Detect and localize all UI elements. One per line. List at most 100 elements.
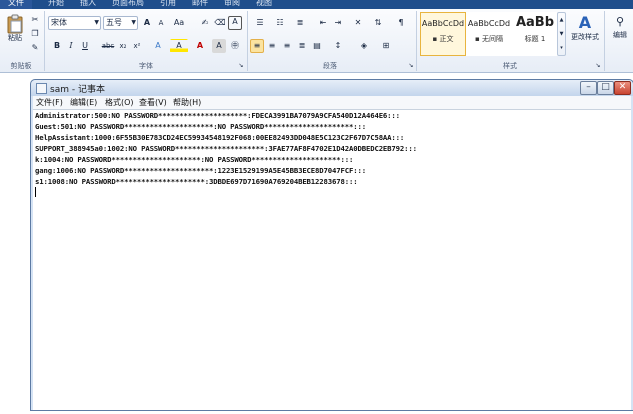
- pinyin-button[interactable]: ✍: [198, 16, 212, 30]
- font-dialog-launcher[interactable]: ↘: [236, 61, 246, 71]
- pilcrow-icon: ¶: [398, 18, 404, 27]
- minimize-button[interactable]: –: [580, 81, 597, 95]
- line-spacing-icon: ↕: [334, 41, 342, 50]
- align-right-button[interactable]: ≡: [280, 39, 294, 53]
- char-shading-button[interactable]: A: [212, 39, 226, 53]
- font-size-select[interactable]: 五号 ▼: [103, 16, 138, 30]
- underline-button[interactable]: U: [78, 39, 92, 53]
- copy-icon: ❐: [31, 29, 39, 38]
- cut-button[interactable]: ✂: [28, 13, 42, 26]
- font-group-title: 字体: [139, 62, 153, 70]
- indent-icon: ⇥: [334, 18, 342, 27]
- change-styles-label: 更改样式: [571, 33, 599, 41]
- change-styles-icon: A: [578, 13, 592, 32]
- menu-file[interactable]: 文件(F): [36, 97, 63, 108]
- sort-button[interactable]: ⇅: [370, 16, 386, 30]
- font-name-select[interactable]: 宋体 ▼: [48, 16, 101, 30]
- font-color-button[interactable]: A: [192, 39, 208, 53]
- menu-format[interactable]: 格式(O): [105, 97, 134, 108]
- strikethrough-button[interactable]: abc: [100, 39, 116, 53]
- maximize-button[interactable]: □: [597, 81, 614, 95]
- superscript-button[interactable]: x²: [130, 39, 144, 53]
- highlight-button[interactable]: A: [170, 39, 188, 53]
- char-border-button[interactable]: A: [228, 16, 242, 30]
- char-shading-icon: A: [216, 41, 222, 50]
- text-line: SUPPORT_388945a0:1002:NO PASSWORD*******…: [35, 144, 417, 153]
- style-no-spacing[interactable]: AaBbCcDd ▪ 无间隔: [466, 12, 512, 56]
- align-right-icon: ≡: [283, 41, 291, 50]
- subscript-button[interactable]: x₂: [116, 39, 130, 53]
- shrink-font-icon: A: [158, 19, 164, 27]
- chinese-layout-button[interactable]: ✕: [350, 16, 366, 30]
- group-divider: [416, 11, 417, 71]
- group-divider: [247, 11, 248, 71]
- enclosed-char-button[interactable]: ㊥: [228, 39, 242, 53]
- text-editor-area[interactable]: Administrator:500:NO PASSWORD***********…: [33, 109, 631, 410]
- bullet-list-icon: ☰: [256, 18, 264, 27]
- bullets-button[interactable]: ☰: [252, 16, 268, 30]
- menu-view[interactable]: 查看(V): [139, 97, 167, 108]
- change-case-icon: Aa: [173, 18, 185, 27]
- change-styles-button[interactable]: A 更改样式: [566, 12, 604, 58]
- align-left-icon: ≡: [253, 41, 261, 50]
- grow-font-button[interactable]: A: [140, 16, 154, 30]
- distributed-icon: ▤: [313, 41, 321, 50]
- copy-button[interactable]: ❐: [28, 27, 42, 40]
- numbering-button[interactable]: ☷: [272, 16, 288, 30]
- paragraph-dialog-launcher[interactable]: ↘: [406, 61, 416, 71]
- bold-button[interactable]: B: [50, 39, 64, 53]
- paste-button[interactable]: 粘贴: [2, 11, 28, 53]
- notepad-title-bar[interactable]: sam - 记事本 – □ ✕: [31, 80, 633, 96]
- italic-button[interactable]: I: [64, 39, 78, 53]
- align-center-button[interactable]: ≡: [265, 39, 279, 53]
- format-painter-button[interactable]: ✎: [28, 41, 42, 54]
- tab-insert[interactable]: 插入: [80, 0, 96, 8]
- line-spacing-button[interactable]: ↕: [330, 39, 346, 53]
- text-effect-icon: A: [155, 41, 161, 50]
- borders-button[interactable]: ⊞: [378, 39, 394, 53]
- editing-label: 编辑: [613, 31, 627, 39]
- change-case-button[interactable]: Aa: [170, 16, 188, 30]
- increase-indent-button[interactable]: ⇥: [331, 16, 345, 30]
- decrease-indent-button[interactable]: ⇤: [316, 16, 330, 30]
- distributed-button[interactable]: ▤: [310, 39, 324, 53]
- chevron-down-icon: ▼: [131, 19, 136, 26]
- multilevel-list-button[interactable]: ≣: [292, 16, 308, 30]
- editing-button[interactable]: ⚲ 编辑: [607, 12, 633, 58]
- group-divider: [604, 11, 605, 71]
- italic-icon: I: [69, 41, 73, 50]
- style-heading-1[interactable]: AaBb 标题 1: [512, 12, 558, 56]
- bold-icon: B: [53, 41, 61, 50]
- outdent-icon: ⇤: [319, 18, 327, 27]
- dialog-launcher-icon: ↘: [408, 62, 414, 69]
- tab-references[interactable]: 引用: [160, 0, 176, 8]
- shrink-font-button[interactable]: A: [154, 16, 168, 30]
- menu-edit[interactable]: 编辑(E): [70, 97, 97, 108]
- tab-view[interactable]: 视图: [256, 0, 272, 8]
- notepad-window: sam - 记事本 – □ ✕ 文件(F) 编辑(E) 格式(O) 查看(V) …: [30, 79, 633, 411]
- show-marks-button[interactable]: ¶: [394, 16, 408, 30]
- text-effect-button[interactable]: A: [150, 39, 166, 53]
- tab-mailings[interactable]: 邮件: [192, 0, 208, 8]
- close-button[interactable]: ✕: [614, 81, 631, 95]
- menu-help[interactable]: 帮助(H): [173, 97, 201, 108]
- strikethrough-icon: abc: [101, 42, 115, 50]
- tab-review[interactable]: 审阅: [224, 0, 240, 8]
- styles-scroll[interactable]: ▲ ▼ ▾: [557, 12, 566, 56]
- borders-icon: ⊞: [382, 41, 390, 50]
- brush-icon: ✎: [31, 43, 39, 52]
- tab-page-layout[interactable]: 页面布局: [112, 0, 144, 8]
- align-left-button[interactable]: ≡: [250, 39, 264, 53]
- chinese-layout-icon: ✕: [354, 18, 362, 27]
- tab-file[interactable]: 文件: [0, 0, 32, 9]
- style-sample: AaBbCcDd: [421, 19, 465, 28]
- style-normal[interactable]: AaBbCcDd ▪ 正文: [420, 12, 466, 56]
- shading-button[interactable]: ◈: [356, 39, 372, 53]
- subscript-icon: x₂: [119, 42, 127, 50]
- justify-button[interactable]: ≣: [295, 39, 309, 53]
- tab-home[interactable]: 开始: [48, 0, 64, 8]
- clear-format-button[interactable]: ⌫: [213, 16, 227, 30]
- font-name-value: 宋体: [51, 18, 67, 27]
- close-icon: ✕: [618, 82, 627, 92]
- styles-dialog-launcher[interactable]: ↘: [593, 61, 603, 71]
